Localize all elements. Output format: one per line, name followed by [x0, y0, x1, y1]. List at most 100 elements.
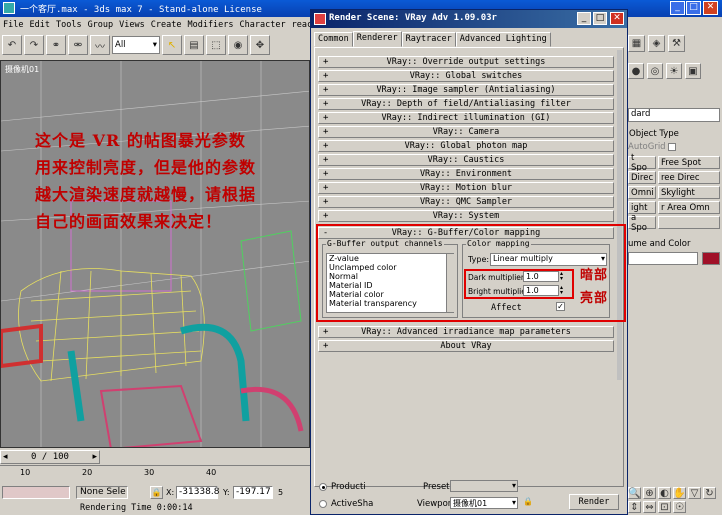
utilities-tab-icon[interactable]: ⚒ [668, 35, 685, 52]
chevron-right-icon[interactable]: ▸ [92, 452, 97, 462]
rollout-vray-environment[interactable]: + VRay:: Environment [318, 168, 614, 180]
production-radio[interactable] [319, 483, 327, 491]
dolly-icon[interactable]: ⇕ [628, 501, 641, 513]
bright-multiplier-field[interactable]: 1.0 [523, 285, 559, 296]
rollout-about-vray[interactable]: + About VRay [318, 340, 614, 352]
dark-spinner-icon[interactable]: ▴ ▾ [560, 271, 567, 282]
menu-item-edit[interactable]: Edit [29, 20, 49, 30]
viewport-dropdown[interactable]: 摄像机01 ▾ [450, 497, 518, 509]
gbuffer-list-item[interactable]: Normal [329, 272, 453, 281]
menu-item-character[interactable]: Character [240, 20, 286, 30]
gbuffer-list-item[interactable]: Z-value [329, 254, 453, 263]
dark-multiplier-field[interactable]: 1.0 [523, 271, 559, 282]
bright-spinner-icon[interactable]: ▴ ▾ [560, 285, 567, 296]
lock-viewport-icon[interactable]: 🔒 [523, 497, 533, 509]
geometry-icon[interactable]: ● [628, 63, 644, 79]
rollout-vray-override-output-settings[interactable]: + VRay:: Override output settings [318, 56, 614, 68]
light-type-button[interactable]: a Spo [628, 213, 656, 233]
light-type-button[interactable] [658, 216, 720, 229]
rollout-vray-qmc-sampler[interactable]: + VRay:: QMC Sampler [318, 196, 614, 208]
rollout-vray-global-switches[interactable]: + VRay:: Global switches [318, 70, 614, 82]
maximize-button[interactable]: □ [686, 1, 701, 15]
object-type-rollout[interactable]: Object Type [628, 129, 720, 141]
select-object-icon[interactable]: ↖ [162, 35, 182, 55]
tab-raytracer[interactable]: Raytracer [401, 32, 456, 47]
light-type-button[interactable]: Omni [628, 186, 656, 199]
menu-item-create[interactable]: Create [151, 20, 182, 30]
shapes-icon[interactable]: ◎ [647, 63, 663, 79]
truck-icon[interactable]: ⇔ [643, 501, 656, 513]
redo-icon[interactable]: ↷ [24, 35, 44, 55]
gbuffer-list-item[interactable]: Material color [329, 290, 453, 299]
light-type-button[interactable]: Skylight [658, 186, 720, 199]
dialog-close-button[interactable]: ✕ [610, 12, 624, 25]
walk-icon[interactable]: ☉ [673, 501, 686, 513]
rollout-vray-indirect-illumination-gi[interactable]: + VRay:: Indirect illumination (GI) [318, 112, 614, 124]
gbuffer-list-item[interactable]: Material ID [329, 281, 453, 290]
light-type-button[interactable]: r Area Omn [658, 201, 720, 214]
move-icon[interactable]: ✥ [250, 35, 270, 55]
autogrid-checkbox[interactable] [668, 142, 677, 151]
pan-icon[interactable]: ✋ [673, 487, 686, 499]
window-crossing-icon[interactable]: ◉ [228, 35, 248, 55]
rollout-vray-motion-blur[interactable]: + VRay:: Motion blur [318, 182, 614, 194]
tab-common[interactable]: Common [314, 32, 353, 47]
gbuffer-list[interactable]: Z-value Unclamped color Normal Material ID M… [326, 253, 454, 313]
zoom-all-icon[interactable]: ⊕ [643, 487, 656, 499]
menu-item-modifiers[interactable]: Modifiers [187, 20, 233, 30]
x-coord-field[interactable]: -31338.8 [176, 486, 219, 499]
menu-item-group[interactable]: Group [88, 20, 114, 30]
camera-viewport[interactable]: 摄像机01 这个是 VR 的帖图暴光参数 用来控制亮度，但是他的参数 越大渲染速… [0, 60, 310, 448]
rect-selection-icon[interactable]: ⬚ [206, 35, 226, 55]
minimize-button[interactable]: _ [670, 1, 685, 15]
light-type-button[interactable]: t Spo [628, 153, 656, 173]
gbuffer-list-item[interactable]: Material transparency [329, 299, 453, 308]
unlink-icon[interactable]: ⚮ [68, 35, 88, 55]
close-button[interactable]: ✕ [703, 1, 718, 15]
rollout-vray-advanced-irradiance-map-parameters[interactable]: + VRay:: Advanced irradiance map paramete… [318, 326, 614, 338]
tab-renderer[interactable]: Renderer [352, 31, 402, 47]
tab-advanced-lighting[interactable]: Advanced Lighting [455, 32, 551, 47]
fov-icon[interactable]: ▽ [688, 487, 701, 499]
select-link-icon[interactable]: ⚭ [46, 35, 66, 55]
selection-filter-dropdown[interactable]: All ▾ [112, 36, 160, 54]
object-color-swatch[interactable] [702, 252, 720, 265]
preset-dropdown[interactable]: ▾ [450, 480, 518, 492]
lights-icon[interactable]: ☀ [666, 63, 682, 79]
dialog-maximize-button[interactable]: □ [593, 12, 607, 25]
cameras-icon[interactable]: ▣ [685, 63, 701, 79]
menu-item-file[interactable]: File [3, 20, 23, 30]
activeshade-radio[interactable] [319, 500, 327, 508]
bind-spacewarp-icon[interactable]: 〰 [90, 35, 110, 55]
create-tab-icon[interactable]: ▦ [628, 35, 645, 52]
rollout-vray-image-sampler-antialiasing[interactable]: + VRay:: Image sampler (Antialiasing) [318, 84, 614, 96]
dialog-minimize-button[interactable]: _ [577, 12, 591, 25]
autogrid-row[interactable]: AutoGrid [628, 142, 677, 152]
name-color-rollout[interactable]: ume and Color [628, 239, 720, 251]
orbit-icon[interactable]: ◐ [658, 487, 671, 499]
affect-checkbox[interactable]: ✓ [556, 302, 565, 311]
gbuffer-list-item[interactable]: Unclamped color [329, 263, 453, 272]
maximize-viewport-icon[interactable]: ⊡ [658, 501, 671, 513]
rollout-vray-caustics[interactable]: + VRay:: Caustics [318, 154, 614, 166]
select-by-name-icon[interactable]: ▤ [184, 35, 204, 55]
menu-item-views[interactable]: Views [119, 20, 145, 30]
menu-item-tools[interactable]: Tools [56, 20, 82, 30]
y-coord-field[interactable]: -197.17 [233, 486, 273, 499]
render-button[interactable]: Render [569, 494, 619, 510]
chevron-left-icon[interactable]: ◂ [3, 452, 8, 462]
light-type-button[interactable]: Free Spot [658, 156, 720, 169]
scrollbar-track[interactable] [617, 50, 622, 380]
gbuffer-list-scrollbar[interactable] [446, 254, 454, 312]
time-slider[interactable]: ◂ 0 / 100 ▸ [0, 450, 100, 464]
modify-tab-icon[interactable]: ◈ [648, 35, 665, 52]
category-dropdown[interactable]: dard [628, 108, 720, 122]
zoom-icon[interactable]: 🔍 [628, 487, 641, 499]
rollout-vray-depth-of-field-antialiasing-filter[interactable]: + VRay:: Depth of field/Antialiasing filt… [318, 98, 614, 110]
roll-icon[interactable]: ↻ [703, 487, 716, 499]
light-type-button[interactable]: ree Direc [658, 171, 720, 184]
lock-icon[interactable]: 🔒 [150, 486, 163, 499]
light-type-button[interactable]: Direc [628, 171, 656, 184]
rollout-vray-camera[interactable]: + VRay:: Camera [318, 126, 614, 138]
name-field[interactable] [628, 252, 698, 265]
